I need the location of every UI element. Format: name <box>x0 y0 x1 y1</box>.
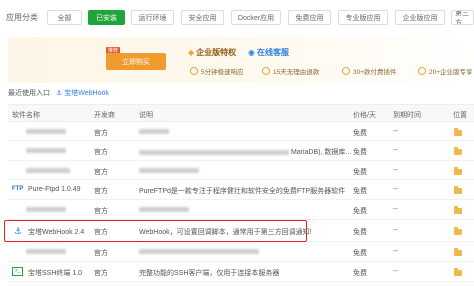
folder-icon[interactable] <box>454 167 462 175</box>
star-icon <box>418 67 426 75</box>
recent-webhook-link[interactable]: ⚓ 宝塔WebHook <box>56 88 109 98</box>
highlight-box <box>4 220 307 242</box>
app-expiry: -- <box>393 206 398 213</box>
app-desc: 完整功能的SSH客户端，仅用于连接本服务器 <box>139 270 280 277</box>
cat-installed-button[interactable]: 已安装 <box>88 10 125 25</box>
app-price: 免费 <box>353 270 367 277</box>
cat-pro-button[interactable]: 专业版应用 <box>338 10 388 25</box>
app-price: 免费 <box>353 130 367 137</box>
folder-icon[interactable] <box>454 147 462 155</box>
diamond-icon: ◆ <box>188 48 195 57</box>
app-name[interactable]: Pure-Ftpd 1.0.49 <box>28 186 81 193</box>
app-name[interactable] <box>26 248 66 255</box>
feature-refund: 15天无理由退款 <box>262 66 319 76</box>
recent-entry: 最近使用入口 ⚓ 宝塔WebHook <box>8 86 109 100</box>
app-expiry: -- <box>393 128 398 135</box>
app-name[interactable] <box>26 206 66 213</box>
app-price: 免费 <box>353 149 367 156</box>
app-expiry: -- <box>393 268 398 275</box>
app-vendor: 官方 <box>94 149 108 156</box>
cat-enterprise-button[interactable]: 企业版应用 <box>395 10 445 25</box>
cat-docker-button[interactable]: Docker应用 <box>231 10 281 25</box>
app-price: 免费 <box>353 250 367 257</box>
folder-icon[interactable] <box>454 248 462 256</box>
recent-label: 最近使用入口 <box>8 90 50 97</box>
cat-thirdparty-button[interactable]: 第三方 <box>451 10 474 25</box>
app-expiry: -- <box>393 248 398 255</box>
folder-icon[interactable] <box>454 227 462 235</box>
th-price[interactable]: 价格/天 <box>353 110 376 120</box>
table-row: 官方 MariaDB), 数据库... 免费 -- <box>8 141 474 161</box>
app-vendor: 官方 <box>94 188 108 195</box>
app-expiry: -- <box>393 227 398 234</box>
online-service-link[interactable]: ◉ 在线客服 <box>248 47 289 58</box>
feature-fast-response: 5分钟极速响应 <box>190 66 244 76</box>
table-header: 软件名称 开发商 说明 价格/天 到期时间 位置 <box>8 104 474 122</box>
app-expiry: -- <box>393 186 398 193</box>
app-name[interactable]: 宝塔SSH终端 1.0 <box>28 268 82 278</box>
feature-plugins: 30+款付费插件 <box>342 66 397 76</box>
app-price: 免费 <box>353 229 367 236</box>
app-price: 免费 <box>353 188 367 195</box>
table-row: 官方 免费 -- <box>8 200 474 220</box>
folder-icon[interactable] <box>454 206 462 214</box>
app-name[interactable] <box>26 167 70 174</box>
app-name[interactable] <box>26 147 66 154</box>
refund-icon <box>262 67 270 75</box>
webhook-icon: ⚓ <box>56 90 63 97</box>
cat-runtime-button[interactable]: 运行环境 <box>131 10 174 25</box>
app-vendor: 官方 <box>94 250 108 257</box>
plugin-icon <box>342 67 350 75</box>
app-vendor: 官方 <box>94 208 108 215</box>
th-vendor: 开发商 <box>94 112 115 119</box>
enterprise-privilege-title: ◆ 企业版特权 <box>188 48 237 57</box>
app-vendor: 官方 <box>94 270 108 277</box>
table-row: FTP Pure-Ftpd 1.0.49 官方 PureFTPd是一款专注于程序… <box>8 180 474 200</box>
app-desc: PureFTPd是一款专注于程序健壮和软件安全的免费FTP服务器软件 <box>139 188 346 195</box>
feature-enterprise: 20+企业版专享 <box>418 66 473 76</box>
app-expiry: -- <box>393 147 398 154</box>
ftp-icon: FTP <box>12 186 24 192</box>
cat-all-button[interactable]: 全部 <box>47 10 82 25</box>
buy-now-button[interactable]: 立即购买 <box>106 53 166 70</box>
table-row: 官方 免费 -- <box>8 122 474 141</box>
app-vendor: 官方 <box>94 169 108 176</box>
app-expiry: -- <box>393 167 398 174</box>
enterprise-banner <box>8 37 474 83</box>
clock-icon <box>190 67 198 75</box>
cat-free-button[interactable]: 免费应用 <box>288 10 331 25</box>
category-label: 应用分类 <box>6 13 38 22</box>
folder-icon[interactable] <box>454 268 462 276</box>
app-price: 免费 <box>353 169 367 176</box>
terminal-icon: >_ <box>12 267 23 276</box>
cat-security-button[interactable]: 安全应用 <box>181 10 224 25</box>
app-vendor: 官方 <box>94 130 108 137</box>
app-desc: MariaDB), 数据库... <box>139 147 351 157</box>
th-location: 位置 <box>453 112 467 119</box>
app-desc <box>139 128 169 135</box>
app-desc <box>139 167 199 174</box>
th-expiry[interactable]: 到期时间 <box>393 110 421 120</box>
folder-icon[interactable] <box>454 186 462 194</box>
app-name[interactable] <box>26 128 66 135</box>
table-row: 官方 免费 -- <box>8 161 474 180</box>
folder-icon[interactable] <box>454 128 462 136</box>
app-price: 免费 <box>353 208 367 215</box>
app-desc <box>139 248 259 255</box>
table-row: >_ 宝塔SSH终端 1.0 官方 完整功能的SSH客户端，仅用于连接本服务器 … <box>8 262 474 282</box>
app-desc <box>139 206 189 213</box>
th-desc: 说明 <box>139 112 153 119</box>
category-bar: 应用分类 全部 已安装 运行环境 安全应用 Docker应用 免费应用 专业版应… <box>0 0 474 30</box>
table-row: 官方 免费 -- <box>8 242 474 262</box>
chat-icon: ◉ <box>248 48 255 57</box>
th-name[interactable]: 软件名称 <box>12 110 40 120</box>
